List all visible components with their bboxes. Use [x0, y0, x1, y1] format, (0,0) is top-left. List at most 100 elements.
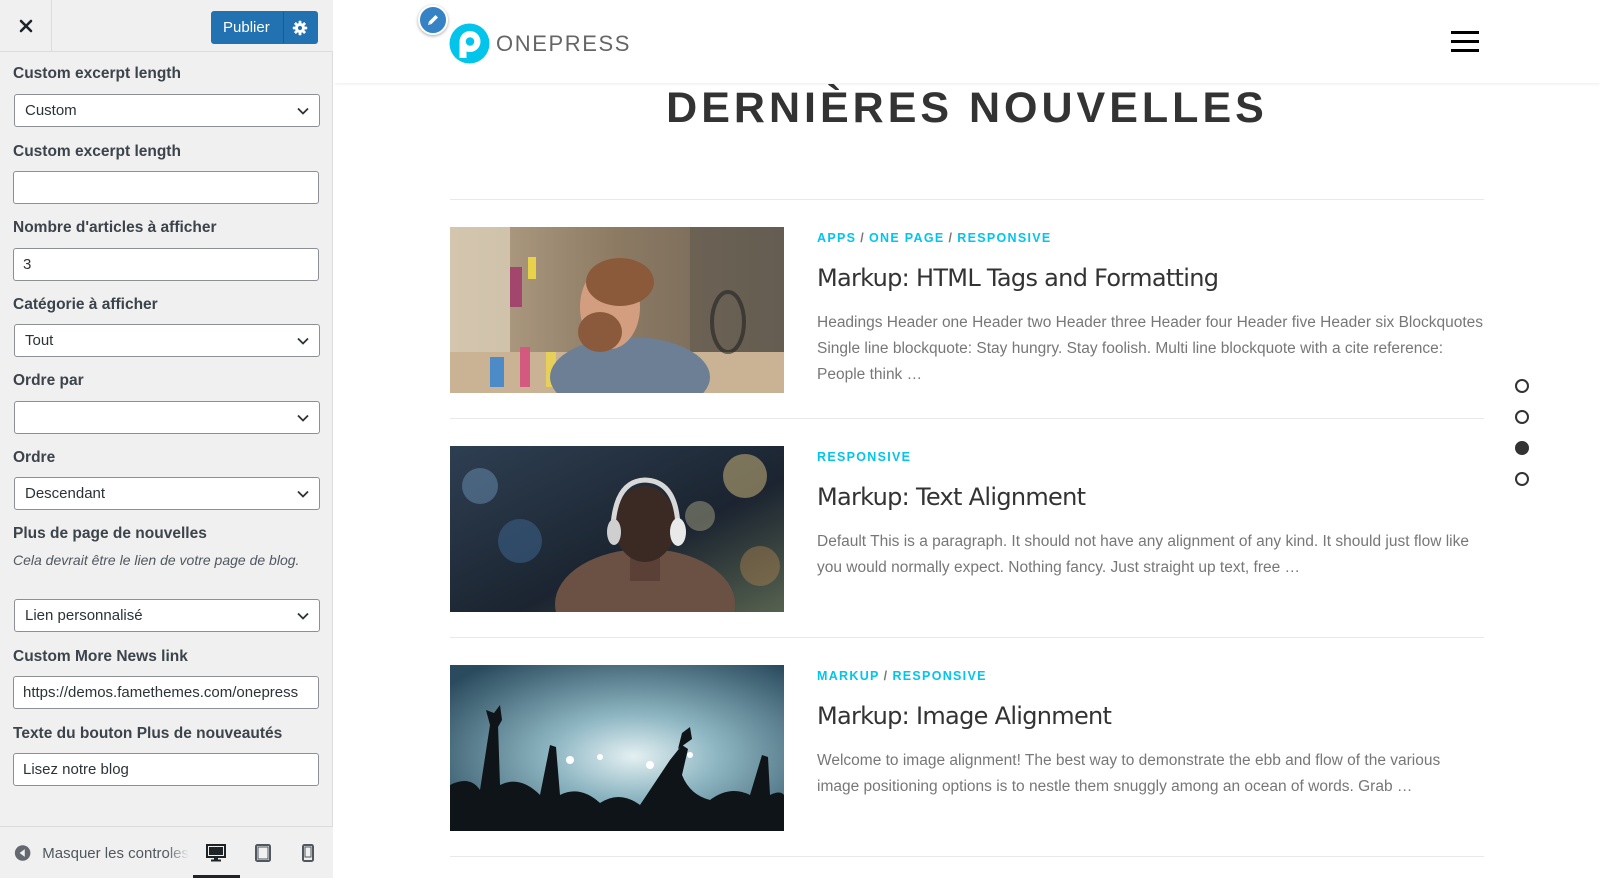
select-value: Descendant [25, 485, 106, 502]
category-separator: / [883, 669, 889, 683]
more-link-input[interactable]: https://demos.famethemes.com/onepress [13, 676, 319, 709]
collapse-sidebar-button[interactable]: Masquer les controles [14, 839, 189, 867]
post-categories: RESPONSIVE [817, 449, 1484, 465]
divider [450, 199, 1484, 200]
hamburger-menu-icon[interactable] [1451, 31, 1479, 53]
post-thumbnail-man-at-desk[interactable] [450, 227, 784, 393]
control-description: Cela devrait être le lien de votre page … [13, 552, 300, 568]
section-dot-navigation [1515, 379, 1529, 503]
section-nav-dot[interactable] [1515, 379, 1529, 393]
control-label: Nombre d'articles à afficher [13, 219, 217, 236]
posts-number-input[interactable]: 3 [13, 248, 319, 281]
more-page-select[interactable]: Lien personnalisé [14, 599, 320, 632]
control-label: Texte du bouton Plus de nouveautés [13, 725, 283, 742]
section-nav-dot[interactable] [1515, 410, 1529, 424]
order-select[interactable]: Descendant [14, 477, 320, 510]
select-value: Lien personnalisé [25, 607, 143, 624]
post-title[interactable]: Markup: Text Alignment [817, 482, 1484, 512]
post-excerpt: Welcome to image alignment! The best way… [817, 752, 1441, 795]
divider [450, 856, 1484, 857]
category-link[interactable]: ONE PAGE [869, 231, 944, 245]
close-icon [19, 19, 32, 33]
publish-group: Publier [211, 11, 318, 44]
preview-desktop-button[interactable] [193, 839, 239, 867]
control-more-page: Plus de page de nouvelles Cela devrait ê… [13, 525, 320, 570]
chevron-down-icon [297, 412, 309, 424]
edit-shortcut-button[interactable] [418, 5, 448, 35]
control-label: Plus de page de nouvelles [13, 525, 207, 542]
control-excerpt-length: Custom excerpt length [13, 143, 320, 161]
post-title[interactable]: Markup: HTML Tags and Formatting [817, 263, 1484, 293]
select-value: Tout [25, 332, 54, 349]
category-separator: / [860, 231, 866, 245]
divider [450, 418, 1484, 419]
control-posts-number: Nombre d'articles à afficher [13, 219, 320, 237]
collapse-label: Masquer les controles [42, 844, 189, 862]
control-more-text: Texte du bouton Plus de nouveautés [13, 725, 320, 743]
control-label: Custom More News link [13, 648, 188, 665]
excerpt-length-input[interactable] [13, 171, 319, 204]
post-excerpt: Headings Header one Header two Header th… [817, 314, 1484, 383]
site-logo[interactable]: ONEPRESS [449, 23, 631, 64]
control-orderby: Ordre par [13, 372, 320, 390]
news-post: APPS / ONE PAGE / RESPONSIVE Markup: HTML Ta… [450, 227, 1484, 393]
post-excerpt: Default This is a paragraph. It should n… [817, 533, 1469, 576]
category-link[interactable]: MARKUP [817, 669, 880, 683]
chevron-down-icon [297, 335, 309, 347]
control-label: Catégorie à afficher [13, 296, 158, 313]
customizer-sidebar: Publier Custom excerpt length Custom Cus… [0, 0, 333, 878]
post-title[interactable]: Markup: Image Alignment [817, 701, 1484, 731]
category-link[interactable]: RESPONSIVE [817, 450, 911, 464]
news-post: RESPONSIVE Markup: Text Alignment Defaul… [450, 446, 1484, 612]
gear-icon [293, 20, 308, 35]
preview-mobile-button[interactable] [285, 839, 331, 867]
chevron-down-icon [297, 610, 309, 622]
post-body: RESPONSIVE Markup: Text Alignment Defaul… [817, 446, 1484, 581]
collapse-arrow-icon [14, 845, 31, 861]
site-preview: ONEPRESS DERNIÈRES NOUVELLES APPS / ONE … [334, 0, 1600, 878]
orderby-select[interactable] [14, 401, 320, 434]
customizer-footer: Masquer les controles [0, 826, 333, 878]
post-thumbnail-concert-crowd[interactable] [450, 665, 784, 831]
publish-settings-button[interactable] [282, 11, 318, 44]
logo-text: ONEPRESS [496, 30, 632, 56]
site-header: ONEPRESS [334, 0, 1600, 83]
pencil-icon [428, 15, 438, 25]
customizer-header: Publier [0, 0, 333, 52]
control-category: Catégorie à afficher [13, 296, 320, 314]
control-more-link: Custom More News link [13, 648, 320, 666]
excerpt-type-select[interactable]: Custom [14, 94, 320, 127]
preview-tablet-button[interactable] [240, 839, 286, 867]
post-body: MARKUP / RESPONSIVE Markup: Image Alignmen… [817, 665, 1484, 800]
section-title: DERNIÈRES NOUVELLES [666, 84, 1268, 132]
category-select[interactable]: Tout [14, 324, 320, 357]
control-order: Ordre [13, 449, 320, 467]
section-nav-dot[interactable] [1515, 441, 1529, 455]
mobile-icon [302, 844, 314, 862]
chevron-down-icon [297, 105, 309, 117]
onepress-logo-icon [449, 23, 490, 64]
post-categories: APPS / ONE PAGE / RESPONSIVE [817, 230, 1484, 246]
category-link[interactable]: RESPONSIVE [957, 231, 1051, 245]
control-label: Ordre par [13, 372, 84, 389]
control-label: Custom excerpt length [13, 65, 181, 82]
select-value: Custom [25, 102, 77, 119]
close-customizer-button[interactable] [0, 0, 52, 52]
section-nav-dot[interactable] [1515, 472, 1529, 486]
publish-button[interactable]: Publier [211, 11, 283, 44]
post-thumbnail-headphones-concert[interactable] [450, 446, 784, 612]
control-excerpt-type: Custom excerpt length [13, 65, 320, 83]
more-text-input[interactable]: Lisez notre blog [13, 753, 319, 786]
category-link[interactable]: APPS [817, 231, 856, 245]
tablet-icon [255, 844, 271, 862]
post-categories: MARKUP / RESPONSIVE [817, 668, 1484, 684]
control-label: Ordre [13, 449, 56, 466]
category-separator: / [948, 231, 954, 245]
post-body: APPS / ONE PAGE / RESPONSIVE Markup: HTML Ta… [817, 227, 1484, 388]
control-label: Custom excerpt length [13, 143, 181, 160]
divider [450, 637, 1484, 638]
desktop-icon [206, 844, 226, 862]
news-post: MARKUP / RESPONSIVE Markup: Image Alignmen… [450, 665, 1484, 831]
chevron-down-icon [297, 488, 309, 500]
category-link[interactable]: RESPONSIVE [892, 669, 986, 683]
